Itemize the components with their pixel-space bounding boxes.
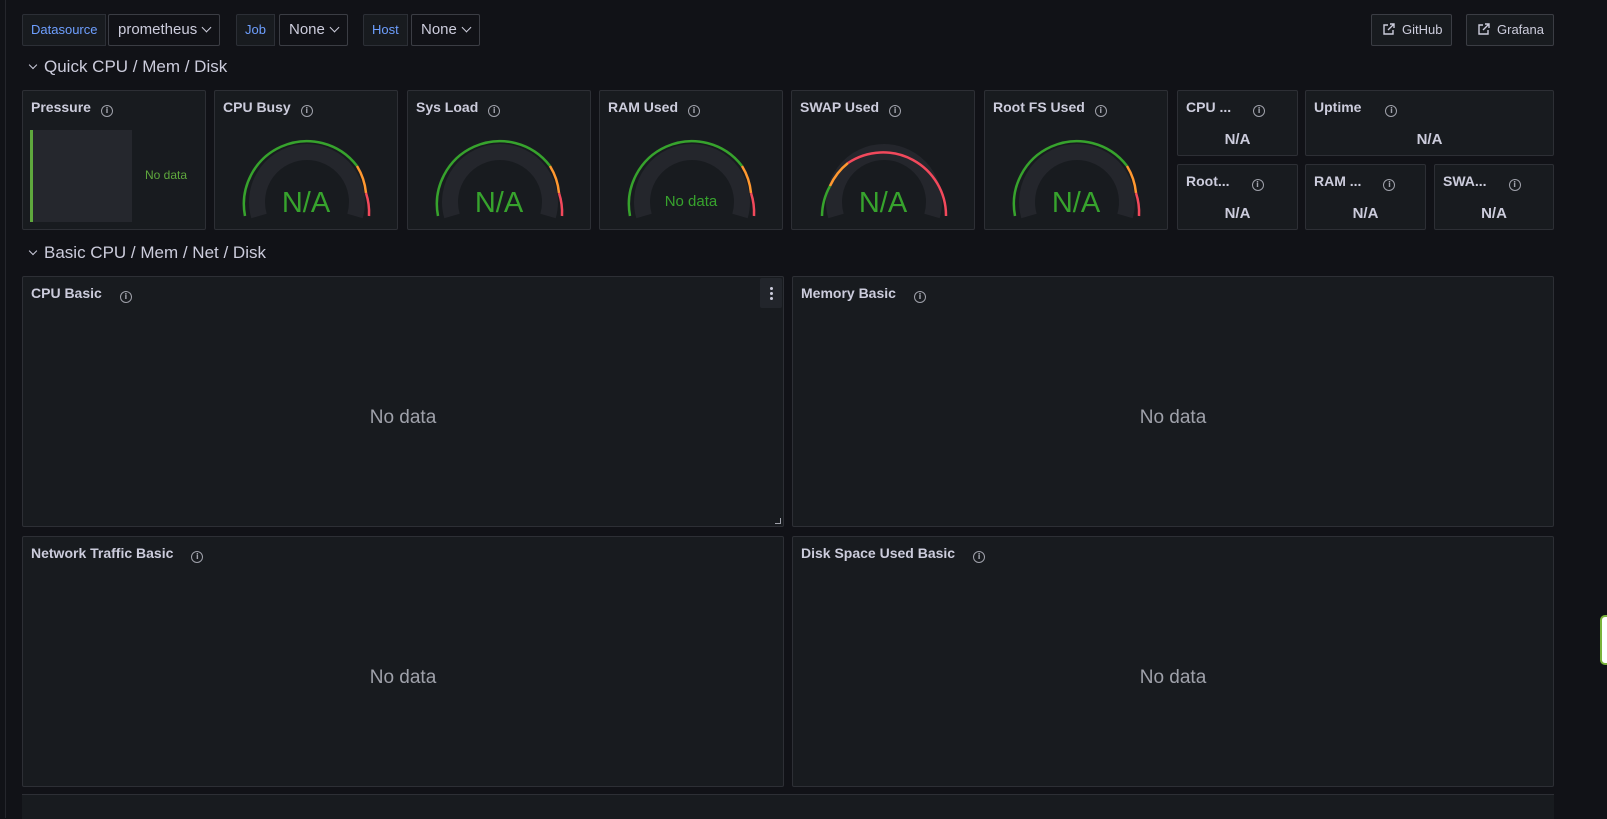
panel-title: RAM ... i [1314, 173, 1396, 191]
info-icon[interactable]: i [973, 551, 986, 563]
panel-title: Sys Load i [416, 99, 501, 117]
host-variable-label: Host [363, 14, 408, 46]
swap-used-value: N/A [858, 187, 908, 219]
info-icon[interactable]: i [913, 291, 926, 303]
cpu-busy-value: N/A [281, 187, 331, 219]
chevron-down-icon [201, 22, 212, 33]
panel-title: Disk Space Used Basic i [801, 545, 986, 563]
panel-uptime[interactable]: Uptime i N/A [1305, 90, 1554, 156]
datasource-select-value: prometheus [118, 21, 198, 38]
datasource-select[interactable]: prometheus [108, 14, 221, 46]
github-link-label: GitHub [1402, 22, 1443, 37]
panel-root-fs-used[interactable]: Root FS Used i N/A [984, 90, 1168, 230]
info-icon[interactable]: i [119, 291, 132, 303]
kebab-menu-icon [770, 287, 773, 290]
swap-total-value: N/A [1481, 205, 1507, 222]
panel-title: Root... i [1186, 173, 1264, 191]
cpu-cores-value: N/A [1224, 131, 1251, 148]
panel-menu-button[interactable] [760, 278, 782, 308]
info-icon[interactable]: i [100, 105, 113, 117]
panel-title: RAM Used i [608, 99, 701, 117]
host-select-value: None [421, 21, 457, 38]
row-basic-cpu-mem-net-disk[interactable]: Basic CPU / Mem / Net / Disk [28, 243, 266, 263]
chevron-down-icon [329, 22, 340, 33]
memory-basic-no-data: No data [1139, 407, 1207, 428]
panel-memory-basic[interactable]: Memory Basic i No data [792, 276, 1554, 527]
job-variable-label: Job [236, 14, 275, 46]
chevron-down-icon [28, 246, 38, 256]
job-select-value: None [289, 21, 325, 38]
kebab-menu-icon-dot [770, 292, 773, 295]
ram-total-value: N/A [1352, 205, 1379, 222]
panel-title: SWA... i [1443, 173, 1521, 191]
panel-swap-total[interactable]: SWA... i N/A [1434, 164, 1554, 230]
uptime-value: N/A [1416, 131, 1443, 148]
info-icon[interactable]: i [1508, 179, 1521, 191]
left-border [5, 0, 6, 818]
grafana-link-button[interactable]: Grafana [1466, 14, 1554, 46]
info-icon[interactable]: i [1251, 179, 1264, 191]
panel-ram-used[interactable]: RAM Used i No data [599, 90, 783, 230]
github-link-button[interactable]: GitHub [1371, 14, 1453, 46]
datasource-variable-label: Datasource [22, 14, 107, 46]
info-icon[interactable]: i [1253, 105, 1266, 117]
external-link-icon [1383, 23, 1395, 35]
panel-ram-total[interactable]: RAM ... i N/A [1305, 164, 1426, 230]
root-fs-used-value: N/A [1051, 187, 1101, 219]
panel-disk-space-used-basic[interactable]: Disk Space Used Basic i No data [792, 536, 1554, 787]
panel-title: CPU ... i [1186, 99, 1266, 117]
info-icon[interactable]: i [1385, 105, 1398, 117]
resize-handle-icon[interactable] [775, 518, 781, 524]
row-basic-title: Basic CPU / Mem / Net / Disk [44, 243, 266, 262]
host-select[interactable]: None [411, 14, 480, 46]
panel-title: CPU Busy i [223, 99, 313, 117]
disk-basic-no-data: No data [1139, 667, 1207, 688]
pressure-value: No data [145, 168, 188, 182]
panel-root-fs-total[interactable]: Root... i N/A [1177, 164, 1298, 230]
panel-sys-load[interactable]: Sys Load i N/A [407, 90, 591, 230]
kebab-menu-icon-dot [770, 297, 773, 300]
panel-title: Uptime i [1314, 99, 1398, 117]
panel-title: Root FS Used i [993, 99, 1107, 117]
info-icon[interactable]: i [1383, 179, 1396, 191]
row-quick-title: Quick CPU / Mem / Disk [44, 57, 228, 76]
sys-load-value: N/A [474, 187, 524, 219]
panel-network-traffic-basic[interactable]: Network Traffic Basic i No data [22, 536, 784, 787]
grafana-link-label: Grafana [1497, 22, 1544, 37]
side-widget-tab[interactable] [1600, 615, 1607, 665]
cpu-basic-no-data: No data [369, 407, 437, 428]
network-basic-no-data: No data [369, 667, 437, 688]
job-select[interactable]: None [279, 14, 348, 46]
row-quick-cpu-mem-disk[interactable]: Quick CPU / Mem / Disk [28, 57, 228, 77]
bar-gauge-track [33, 130, 132, 222]
ram-used-value: No data [664, 193, 718, 210]
info-icon[interactable]: i [889, 105, 902, 117]
external-link-icon [1478, 23, 1490, 35]
panel-title: CPU Basic i [31, 285, 132, 303]
info-icon[interactable]: i [688, 105, 701, 117]
info-icon[interactable]: i [1094, 105, 1107, 117]
panel-cpu-cores[interactable]: CPU ... i N/A [1177, 90, 1298, 156]
chevron-down-icon [28, 60, 38, 70]
panel-title: Pressure i [31, 99, 113, 117]
info-icon[interactable]: i [191, 551, 204, 563]
panel-title: SWAP Used i [800, 99, 902, 117]
chevron-down-icon [461, 22, 472, 33]
panel-cpu-busy[interactable]: CPU Busy i N/A [214, 90, 398, 230]
panel-pressure[interactable]: Pressure i No data [22, 90, 206, 230]
panel-swap-used[interactable]: SWAP Used i N/A [791, 90, 975, 230]
root-fs-total-value: N/A [1224, 205, 1251, 222]
next-panel-edge [22, 794, 1554, 819]
info-icon[interactable]: i [488, 105, 501, 117]
panel-title: Network Traffic Basic i [31, 545, 204, 563]
info-icon[interactable]: i [300, 105, 313, 117]
panel-cpu-basic[interactable]: CPU Basic i No data [22, 276, 784, 527]
panel-title: Memory Basic i [801, 285, 926, 303]
